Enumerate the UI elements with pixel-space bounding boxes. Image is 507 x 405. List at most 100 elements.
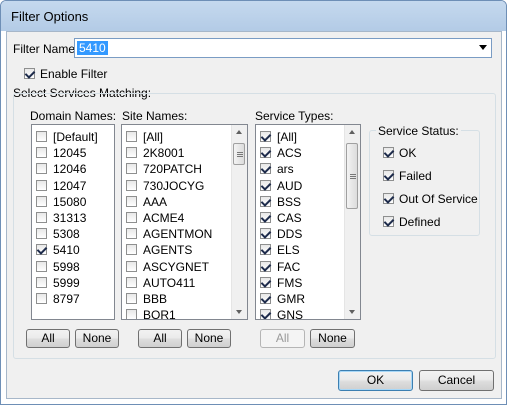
list-item-label: AUTO411 [143,275,196,290]
service-all-button[interactable]: All [260,329,305,348]
checkbox-icon[interactable] [126,212,137,223]
list-item-label: ASCYGNET [143,259,210,274]
service-none-button[interactable]: None [310,329,355,348]
cancel-button[interactable]: Cancel [419,370,494,391]
checkbox-icon[interactable] [36,212,47,223]
checkbox-icon[interactable] [260,293,271,304]
grip-icon [350,176,356,177]
checkbox-icon[interactable] [260,179,271,191]
site-names-list[interactable]: [All] 2K8001 720PATCH 730JOCYG AAA ACME4 AGENT… [121,124,248,320]
checkbox-icon[interactable] [260,276,271,288]
list-item-label: 5999 [53,275,80,290]
checkbox-icon[interactable] [383,147,394,158]
checkbox-icon[interactable] [36,260,47,272]
checkbox-icon[interactable] [126,195,137,207]
checkbox-icon[interactable] [126,309,137,319]
checkbox-icon[interactable] [126,131,137,142]
list-item-label: DDS [277,227,303,242]
scrollbar-thumb[interactable] [233,143,245,165]
list-item-label: ELS [277,243,300,258]
service-status-option-label: Out Of Service [399,192,478,206]
checkbox-icon[interactable] [126,163,137,175]
list-item-label: GMR [277,292,305,306]
list-item-label: AAA [143,194,168,209]
service-status-defined-checkbox[interactable]: Defined [383,215,475,231]
list-item-label: 730JOCYG [143,178,205,193]
list-item-label: 5998 [53,259,80,274]
list-item-label: AGENTS [143,243,193,258]
filter-options-dialog: Filter Options Filter Name: 5410 Enable … [0,0,507,405]
site-none-button[interactable]: None [187,329,231,348]
checkbox-icon[interactable] [260,195,271,207]
scrollbar-thumb[interactable] [346,143,358,209]
checkbox-icon[interactable] [260,212,271,223]
scroll-up-icon[interactable] [349,130,355,134]
service-status-failed-checkbox[interactable]: Failed [383,169,475,185]
filter-name-combobox[interactable]: 5410 [74,38,492,58]
scroll-down-icon[interactable] [236,310,242,314]
service-status-ok-checkbox[interactable]: OK [383,146,475,162]
list-item-label: AUD [277,178,303,193]
list-item-label: 5410 [53,243,80,258]
list-item-label: ACS [277,146,302,161]
enable-filter-checkbox[interactable]: Enable Filter [24,67,134,83]
checkbox-icon[interactable] [260,260,271,272]
checkbox-icon[interactable] [36,147,47,159]
service-types-list[interactable]: [All] ACS ars AUD BSS CAS DDS ELS FAC FMS GMR GNS [255,124,361,320]
checkbox-icon[interactable] [126,260,137,272]
checkbox-icon[interactable] [126,179,137,191]
list-item-label: 31313 [53,211,87,225]
filter-name-value[interactable]: 5410 [77,41,108,55]
filter-name-label: Filter Name: [13,42,79,56]
grip-icon [237,154,243,155]
checkbox-icon[interactable] [260,244,271,256]
list-item-label: BSS [277,194,302,209]
list-item-label: 2K8001 [143,146,185,161]
enable-filter-label: Enable Filter [40,67,108,81]
checkbox-icon[interactable] [383,170,394,181]
list-item-label: 720PATCH [143,162,202,177]
service-list-scrollbar[interactable] [344,125,360,319]
list-item-label: 12047 [53,178,87,193]
checkbox-icon[interactable] [36,244,47,256]
list-item-label: 15080 [53,194,87,209]
ok-button[interactable]: OK [338,370,413,391]
checkbox-icon[interactable] [126,228,137,240]
checkbox-icon[interactable] [260,131,271,142]
checkbox-icon[interactable] [24,68,35,79]
checkbox-icon[interactable] [260,163,271,175]
site-list-scrollbar[interactable] [231,125,247,319]
checkbox-icon[interactable] [126,244,137,256]
checkbox-icon[interactable] [36,195,47,207]
domain-none-button[interactable]: None [75,329,119,348]
checkbox-icon[interactable] [36,131,47,142]
checkbox-icon[interactable] [383,216,394,227]
domain-all-button[interactable]: All [26,329,70,348]
list-item-label: BBB [143,292,168,306]
checkbox-icon[interactable] [260,147,271,159]
checkbox-icon[interactable] [36,276,47,288]
checkbox-icon[interactable] [36,179,47,191]
checkbox-icon[interactable] [36,228,47,240]
scroll-up-icon[interactable] [236,130,242,134]
grip-icon [237,156,243,157]
list-item-label: [All] [277,130,298,144]
list-item-label: FAC [277,259,301,274]
checkbox-icon[interactable] [36,293,47,304]
site-all-button[interactable]: All [138,329,182,348]
checkbox-icon[interactable] [126,276,137,288]
list-item-label: BOR1 [143,308,176,320]
checkbox-icon[interactable] [126,293,137,304]
window-title: Filter Options [11,9,89,24]
chevron-down-icon[interactable] [479,45,487,50]
checkbox-icon[interactable] [260,309,271,319]
service-status-option-label: OK [399,146,417,160]
scroll-down-icon[interactable] [349,310,355,314]
service-status-out-of-service-checkbox[interactable]: Out Of Service [383,192,478,208]
checkbox-icon[interactable] [260,228,271,240]
list-item-label: 8797 [53,292,80,306]
checkbox-icon[interactable] [126,147,137,159]
domain-names-list[interactable]: [Default] 12045 12046 12047 15080 31313 5308 54… [31,124,115,320]
checkbox-icon[interactable] [383,193,394,204]
checkbox-icon[interactable] [36,163,47,175]
